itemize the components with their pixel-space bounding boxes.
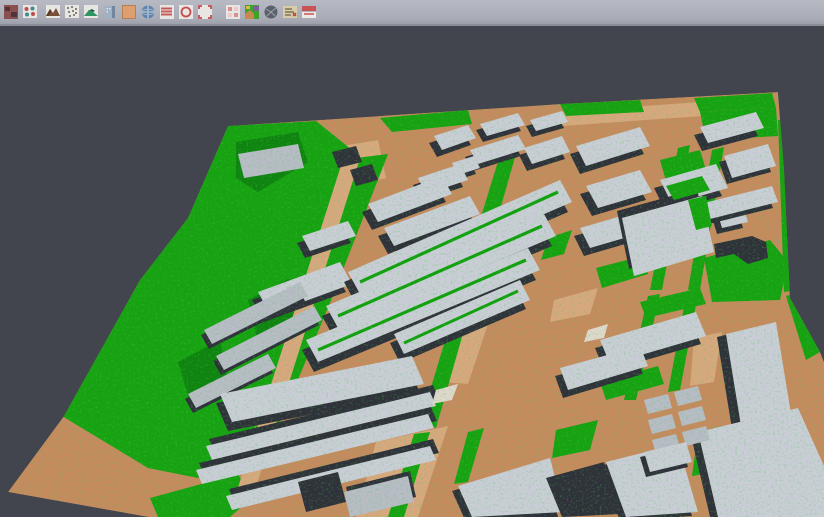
mesh-sphere-button[interactable] <box>262 3 280 21</box>
terrain-vegetation-icon <box>83 4 99 20</box>
dem-surface-button[interactable] <box>44 3 62 21</box>
delete-area-icon <box>301 4 317 20</box>
zoom-extents-icon <box>197 4 213 20</box>
point-cloud-scene <box>0 26 824 517</box>
globe-view-icon <box>140 4 156 20</box>
delete-area-button[interactable] <box>300 3 318 21</box>
measure-tool-icon <box>282 4 298 20</box>
terrain-group <box>0 26 824 517</box>
point-speckle <box>0 26 824 517</box>
ortho-image-icon <box>121 4 137 20</box>
classify-colors-button[interactable] <box>21 3 39 21</box>
mesh-sphere-icon <box>263 4 279 20</box>
zoom-extents-button[interactable] <box>196 3 214 21</box>
viewport-3d[interactable] <box>0 26 824 517</box>
circle-select-icon <box>178 4 194 20</box>
buildings-view-button[interactable] <box>101 3 119 21</box>
classification-map-button[interactable] <box>243 3 261 21</box>
point-cloud-icon <box>64 4 80 20</box>
terrain-vegetation-button[interactable] <box>82 3 100 21</box>
ortho-image-button[interactable] <box>120 3 138 21</box>
circle-select-button[interactable] <box>177 3 195 21</box>
point-cloud-button[interactable] <box>63 3 81 21</box>
application-window <box>0 0 824 517</box>
measure-tool-button[interactable] <box>281 3 299 21</box>
load-points-button[interactable] <box>2 3 20 21</box>
grid-select-button[interactable] <box>224 3 242 21</box>
main-toolbar <box>0 0 824 26</box>
profile-tool-icon <box>159 4 175 20</box>
globe-view-button[interactable] <box>139 3 157 21</box>
classify-colors-icon <box>22 4 38 20</box>
dem-surface-icon <box>45 4 61 20</box>
classification-map-icon <box>244 4 260 20</box>
buildings-view-icon <box>102 4 118 20</box>
load-points-icon <box>3 4 19 20</box>
profile-tool-button[interactable] <box>158 3 176 21</box>
grid-select-icon <box>225 4 241 20</box>
